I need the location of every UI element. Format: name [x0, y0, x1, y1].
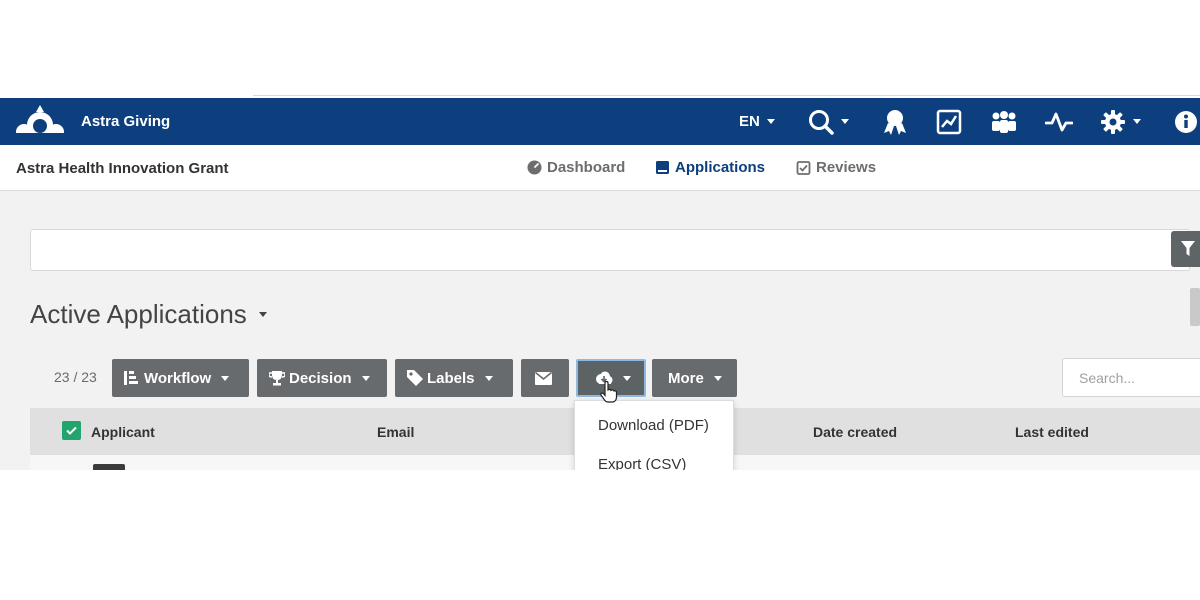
labels-label: Labels	[427, 369, 475, 387]
workflow-button[interactable]: Workflow	[112, 359, 249, 397]
decision-button[interactable]: Decision	[257, 359, 387, 397]
view-selector[interactable]: Active Applications	[30, 299, 267, 330]
column-header-email[interactable]: Email	[377, 424, 414, 440]
chevron-down-icon	[713, 375, 722, 381]
menu-item-download-pdf[interactable]: Download (PDF)	[598, 417, 709, 434]
top-divider	[253, 95, 1200, 96]
trophy-icon	[269, 370, 285, 385]
brand-logo-icon[interactable]	[12, 103, 68, 141]
filter-button[interactable]	[1171, 231, 1200, 267]
decision-label: Decision	[289, 369, 352, 387]
chevron-down-icon	[258, 312, 267, 317]
info-icon	[1175, 110, 1197, 133]
brand-name[interactable]: Astra Giving	[81, 113, 170, 130]
more-label: More	[668, 369, 704, 387]
chevron-down-icon	[484, 375, 493, 381]
tab-label: Applications	[675, 159, 766, 176]
envelope-icon	[534, 371, 552, 385]
email-button[interactable]	[521, 359, 569, 397]
select-all-checkbox[interactable]	[62, 421, 81, 440]
chevron-down-icon	[1133, 119, 1141, 124]
tag-icon	[407, 370, 423, 386]
scrollbar-thumb[interactable]	[1190, 288, 1200, 326]
checkmark-icon	[66, 426, 77, 435]
column-header-date-created[interactable]: Date created	[813, 424, 897, 440]
reviews-icon	[796, 161, 811, 175]
page-title: Active Applications	[30, 299, 247, 329]
gear-icon	[1101, 109, 1125, 134]
tab-applications[interactable]: Applications	[655, 159, 765, 176]
app-window: Astra Giving EN Astra Health Innovation …	[0, 98, 1200, 470]
users-button[interactable]	[990, 98, 1018, 145]
filter-funnel-icon	[1181, 241, 1195, 256]
workflow-icon	[124, 371, 138, 385]
reports-button[interactable]	[936, 98, 962, 145]
download-dropdown-menu: Download (PDF) Export (CSV)	[574, 400, 734, 470]
activity-button[interactable]	[1045, 98, 1073, 145]
hand-cursor-icon	[600, 381, 618, 403]
menu-item-export-csv[interactable]: Export (CSV)	[598, 456, 686, 470]
applications-icon	[656, 161, 669, 174]
dashboard-icon	[527, 160, 542, 175]
more-button[interactable]: More	[652, 359, 737, 397]
column-header-last-edited[interactable]: Last edited	[1015, 424, 1089, 440]
top-navigation-bar: Astra Giving EN	[0, 98, 1200, 145]
award-ribbon-icon	[884, 109, 906, 135]
tab-dashboard[interactable]: Dashboard	[527, 159, 625, 176]
tab-label: Dashboard	[547, 159, 626, 176]
workflow-label: Workflow	[144, 369, 212, 387]
activity-pulse-icon	[1045, 112, 1073, 131]
help-button[interactable]	[1174, 98, 1198, 145]
search-icon	[809, 109, 834, 135]
filter-query-input[interactable]	[30, 229, 1190, 271]
chevron-down-icon	[221, 375, 230, 381]
chevron-down-icon	[841, 119, 849, 124]
avatar	[93, 464, 125, 470]
chevron-down-icon	[623, 375, 631, 381]
tab-reviews[interactable]: Reviews	[796, 159, 876, 176]
column-header-applicant[interactable]: Applicant	[91, 424, 155, 440]
search-input[interactable]	[1062, 358, 1200, 397]
result-count: 23 / 23	[54, 369, 97, 385]
language-selector[interactable]: EN	[739, 98, 775, 145]
users-group-icon	[992, 110, 1016, 133]
language-label: EN	[739, 113, 760, 130]
search-menu-button[interactable]	[808, 98, 849, 145]
settings-menu-button[interactable]	[1100, 98, 1141, 145]
labels-button[interactable]: Labels	[395, 359, 513, 397]
tab-label: Reviews	[816, 159, 877, 176]
chevron-down-icon	[766, 119, 775, 124]
chevron-down-icon	[361, 375, 370, 381]
chart-line-icon	[936, 109, 962, 134]
program-title: Astra Health Innovation Grant	[16, 160, 229, 177]
program-nav-bar: Astra Health Innovation Grant Dashboard …	[0, 145, 1200, 191]
awards-button[interactable]	[882, 98, 908, 145]
